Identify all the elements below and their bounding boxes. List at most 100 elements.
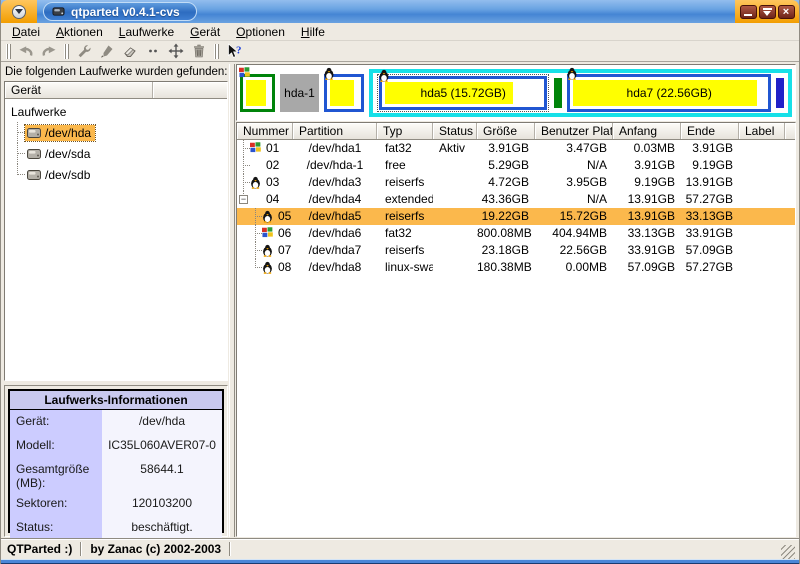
partition-box-hda7[interactable]: hda7 (22.56GB) — [567, 74, 771, 112]
column-header-benutzer-platz[interactable]: Benutzer Platz — [535, 123, 613, 139]
partition-box-hda5-selected[interactable]: hda5 (15.72GB) — [377, 74, 549, 112]
table-row-hda3[interactable]: 03 /dev/hda3 reiserfs 4.72GB 3.95GB 9.19… — [237, 174, 795, 191]
table-row-hda6[interactable]: 06 /dev/hda6 fat32 800.08MB 404.94MB 33.… — [237, 225, 795, 242]
drives-tree-header: Gerät — [5, 82, 227, 99]
maximize-button[interactable] — [759, 5, 776, 19]
info-label-sektoren: Sektoren: — [10, 492, 102, 516]
partition-box-hda3[interactable] — [324, 74, 364, 112]
column-header-nummer[interactable]: Nummer — [237, 123, 293, 139]
minimize-button[interactable] — [740, 5, 757, 19]
drive-info-title: Laufwerks-Informationen — [10, 391, 222, 410]
window-title: qtparted v0.4.1-cvs — [71, 5, 180, 19]
statusbar-separator — [80, 542, 82, 556]
table-row-hda-1[interactable]: 02 /dev/hda-1 free 5.29GB N/A 3.91GB 9.1… — [237, 157, 795, 174]
resize-grip[interactable] — [781, 545, 795, 559]
qtparted-window: qtparted v0.4.1-cvs × Datei Aktionen Lau… — [0, 0, 800, 564]
redo-button[interactable] — [38, 42, 60, 61]
menu-laufwerke[interactable]: Laufwerke — [112, 24, 181, 40]
toolbar-handle[interactable] — [214, 44, 219, 59]
column-header-geraet[interactable]: Gerät — [5, 82, 153, 98]
tree-item-dev-sdb[interactable]: /dev/sdb — [5, 164, 227, 185]
info-label-modell: Modell: — [10, 434, 102, 458]
window-menu-button[interactable] — [12, 5, 26, 19]
windows-logo-icon — [239, 67, 250, 78]
menu-optionen[interactable]: Optionen — [229, 24, 292, 40]
table-row-hda4[interactable]: − 04 /dev/hda4 extended 43.36GB N/A 13.9… — [237, 191, 795, 208]
info-value-status: beschäftigt. — [102, 516, 222, 540]
menu-geraet[interactable]: Gerät — [183, 24, 227, 40]
drives-tree-body: Laufwerke /dev/hda — [5, 99, 227, 380]
column-header-ende[interactable]: Ende — [681, 123, 739, 139]
whats-this-icon: ? — [226, 43, 243, 59]
partition-map: hda-1 — [236, 64, 796, 121]
tree-root-laufwerke[interactable]: Laufwerke — [5, 101, 227, 122]
partition-box-hda4-extended[interactable]: hda5 (15.72GB) — [369, 69, 792, 117]
menu-aktionen[interactable]: Aktionen — [49, 24, 110, 40]
table-row-hda1[interactable]: 01 /dev/hda1 fat32 Aktiv 3.91GB 3.47GB 0… — [237, 140, 795, 157]
column-header-label[interactable]: Label — [739, 123, 785, 139]
property-wrench-icon — [76, 43, 92, 59]
column-header-groesse[interactable]: Größe — [477, 123, 535, 139]
table-row-hda8[interactable]: 08 /dev/hda8 linux-swap 180.38MB 0.00MB … — [237, 259, 795, 276]
titlebar-right-corner: × — [735, 0, 799, 23]
tux-icon — [262, 244, 275, 257]
title-bar: qtparted v0.4.1-cvs × — [1, 0, 799, 23]
tree-collapse-icon[interactable]: − — [239, 195, 248, 204]
info-value-modell: IC35L060AVER07-0 — [102, 434, 222, 458]
tree-item-dev-sda[interactable]: /dev/sda — [5, 143, 227, 164]
hard-disk-icon — [27, 148, 41, 160]
resize-button[interactable] — [142, 42, 164, 61]
partition-table-body: 01 /dev/hda1 fat32 Aktiv 3.91GB 3.47GB 0… — [237, 140, 795, 536]
format-button[interactable] — [96, 42, 118, 61]
partition-panel: hda-1 — [236, 64, 796, 537]
table-row-hda5[interactable]: 05 /dev/hda5 reiserfs 19.22GB 15.72GB 13… — [237, 208, 795, 225]
redo-icon — [41, 43, 57, 59]
titlebar-fill: qtparted v0.4.1-cvs — [37, 0, 735, 23]
partition-box-hda1[interactable] — [240, 74, 275, 112]
window-bottom-border — [1, 559, 799, 564]
column-header-anfang[interactable]: Anfang — [613, 123, 681, 139]
property-button[interactable] — [73, 42, 95, 61]
menu-hilfe[interactable]: Hilfe — [294, 24, 332, 40]
window-menu-icon — [15, 9, 23, 14]
tux-icon — [378, 69, 390, 82]
hard-disk-icon — [27, 169, 41, 181]
status-credit: by Zanac (c) 2002-2003 — [88, 542, 223, 556]
statusbar-separator — [229, 542, 231, 556]
qtparted-app-icon — [52, 5, 65, 18]
move-button[interactable] — [165, 42, 187, 61]
tux-icon — [250, 176, 263, 189]
toolbar-handle[interactable] — [6, 44, 11, 59]
menu-bar: Datei Aktionen Laufwerke Gerät Optionen … — [1, 23, 799, 41]
drives-caption: Die folgenden Laufwerke wurden gefunden: — [4, 64, 228, 81]
table-row-hda7[interactable]: 07 /dev/hda7 reiserfs 23.18GB 22.56GB 33… — [237, 242, 795, 259]
tree-item-dev-hda[interactable]: /dev/hda — [5, 122, 227, 143]
whats-this-button[interactable]: ? — [223, 42, 245, 61]
info-value-geraet: /dev/hda — [102, 410, 222, 434]
column-header-partition[interactable]: Partition — [293, 123, 377, 139]
close-button[interactable]: × — [778, 5, 795, 19]
erase-button[interactable] — [119, 42, 141, 61]
partition-label-hda7: hda7 (22.56GB) — [567, 74, 771, 112]
undo-button[interactable] — [15, 42, 37, 61]
drives-panel: Die folgenden Laufwerke wurden gefunden:… — [4, 64, 228, 537]
windows-logo-icon — [250, 142, 263, 155]
panel-splitter[interactable] — [229, 64, 235, 537]
column-header-typ[interactable]: Typ — [377, 123, 433, 139]
status-app-name: QTParted :) — [5, 542, 74, 556]
windows-logo-icon — [262, 227, 275, 240]
maximize-icon — [763, 8, 772, 16]
tux-icon — [262, 261, 275, 274]
tux-icon — [262, 210, 275, 223]
partition-box-hda6[interactable] — [554, 78, 562, 108]
column-header-empty[interactable] — [153, 82, 227, 98]
partition-box-hda-1-free[interactable]: hda-1 — [280, 74, 319, 112]
toolbar-handle[interactable] — [64, 44, 69, 59]
menu-datei[interactable]: Datei — [5, 24, 47, 40]
column-header-status[interactable]: Status — [433, 123, 477, 139]
partition-box-hda8[interactable] — [776, 78, 784, 108]
delete-button[interactable] — [188, 42, 210, 61]
delete-trash-icon — [191, 43, 207, 59]
erase-icon — [122, 43, 138, 59]
svg-text:?: ? — [236, 45, 242, 57]
